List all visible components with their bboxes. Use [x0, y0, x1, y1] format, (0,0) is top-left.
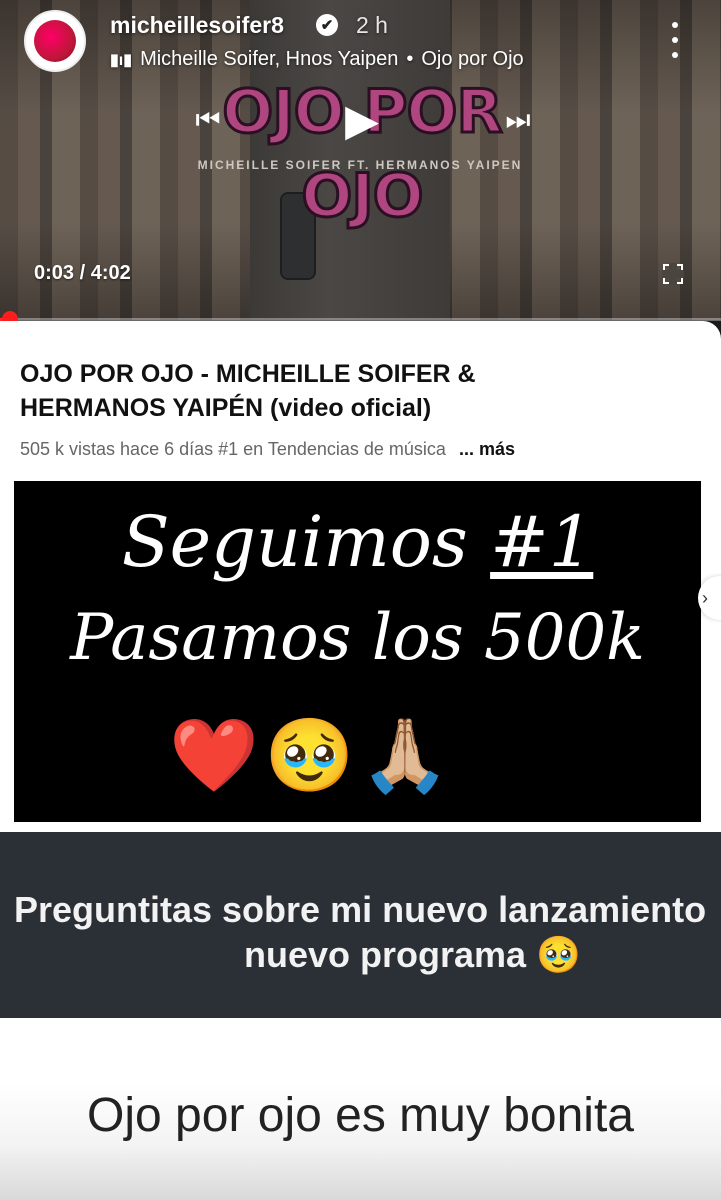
next-icon[interactable]: ⏭ [498, 100, 538, 140]
announcement-box: Seguimos #1 Pasamos los 500k ❤️🥹🙏🏼😭 [14, 481, 701, 822]
more-options-icon[interactable] [668, 22, 682, 58]
announcement-line1-prefix: Seguimos [121, 501, 491, 583]
music-attribution[interactable]: ▮ı▮ Micheille Soifer, Hnos Yaipen • Ojo … [110, 48, 524, 71]
video-stats: 505 k vistas hace 6 días #1 en Tendencia… [20, 439, 446, 459]
avatar-image [34, 20, 76, 62]
music-song: Ojo por Ojo [421, 48, 524, 70]
answer-box: Ojo por ojo es muy bonita [0, 1018, 721, 1200]
music-artist: Micheille Soifer, Hnos Yaipen [140, 48, 399, 70]
video-time: 0:03 / 4:02 [34, 262, 131, 284]
question-box: Preguntitas sobre mi nuevo lanzamiento n… [0, 832, 721, 1018]
previous-icon[interactable]: ⏮ [188, 100, 228, 140]
announcement-rank: #1 [490, 501, 594, 583]
announcement-line2: Pasamos los 500k [70, 601, 645, 675]
play-icon[interactable]: ▶ [332, 90, 392, 150]
emoji-row: ❤️🥹🙏🏼😭 [168, 713, 547, 797]
question-line1: Preguntitas sobre mi nuevo lanzamiento [14, 889, 707, 930]
music-bars-icon: ▮ı▮ [110, 51, 133, 69]
post-time: 2 h [356, 12, 388, 38]
more-link[interactable]: ... más [459, 439, 515, 459]
fullscreen-icon[interactable] [662, 263, 684, 285]
avatar[interactable] [24, 10, 86, 72]
youtube-video-card[interactable]: OJO POR OJO - MICHEILLE SOIFER & HERMANO… [0, 321, 721, 832]
username[interactable]: micheillesoifer8 [110, 12, 284, 39]
video-overlay-subtitle: MICHEILLE SOIFER FT. HERMANOS YAIPEN [197, 158, 523, 172]
question-line2: nuevo programa 🥹 [244, 934, 581, 975]
answer-text: Ojo por ojo es muy bonita [87, 1089, 634, 1142]
video-meta: 505 k vistas hace 6 días #1 en Tendencia… [20, 439, 515, 460]
story-header: micheillesoifer8 ✔ 2 h ▮ı▮ Micheille Soi… [0, 0, 721, 90]
music-separator: • [406, 48, 414, 70]
video-title: OJO POR OJO - MICHEILLE SOIFER & HERMANO… [20, 360, 476, 422]
announcement-line1: Seguimos #1 [14, 501, 701, 583]
verified-icon: ✔ [316, 14, 338, 36]
